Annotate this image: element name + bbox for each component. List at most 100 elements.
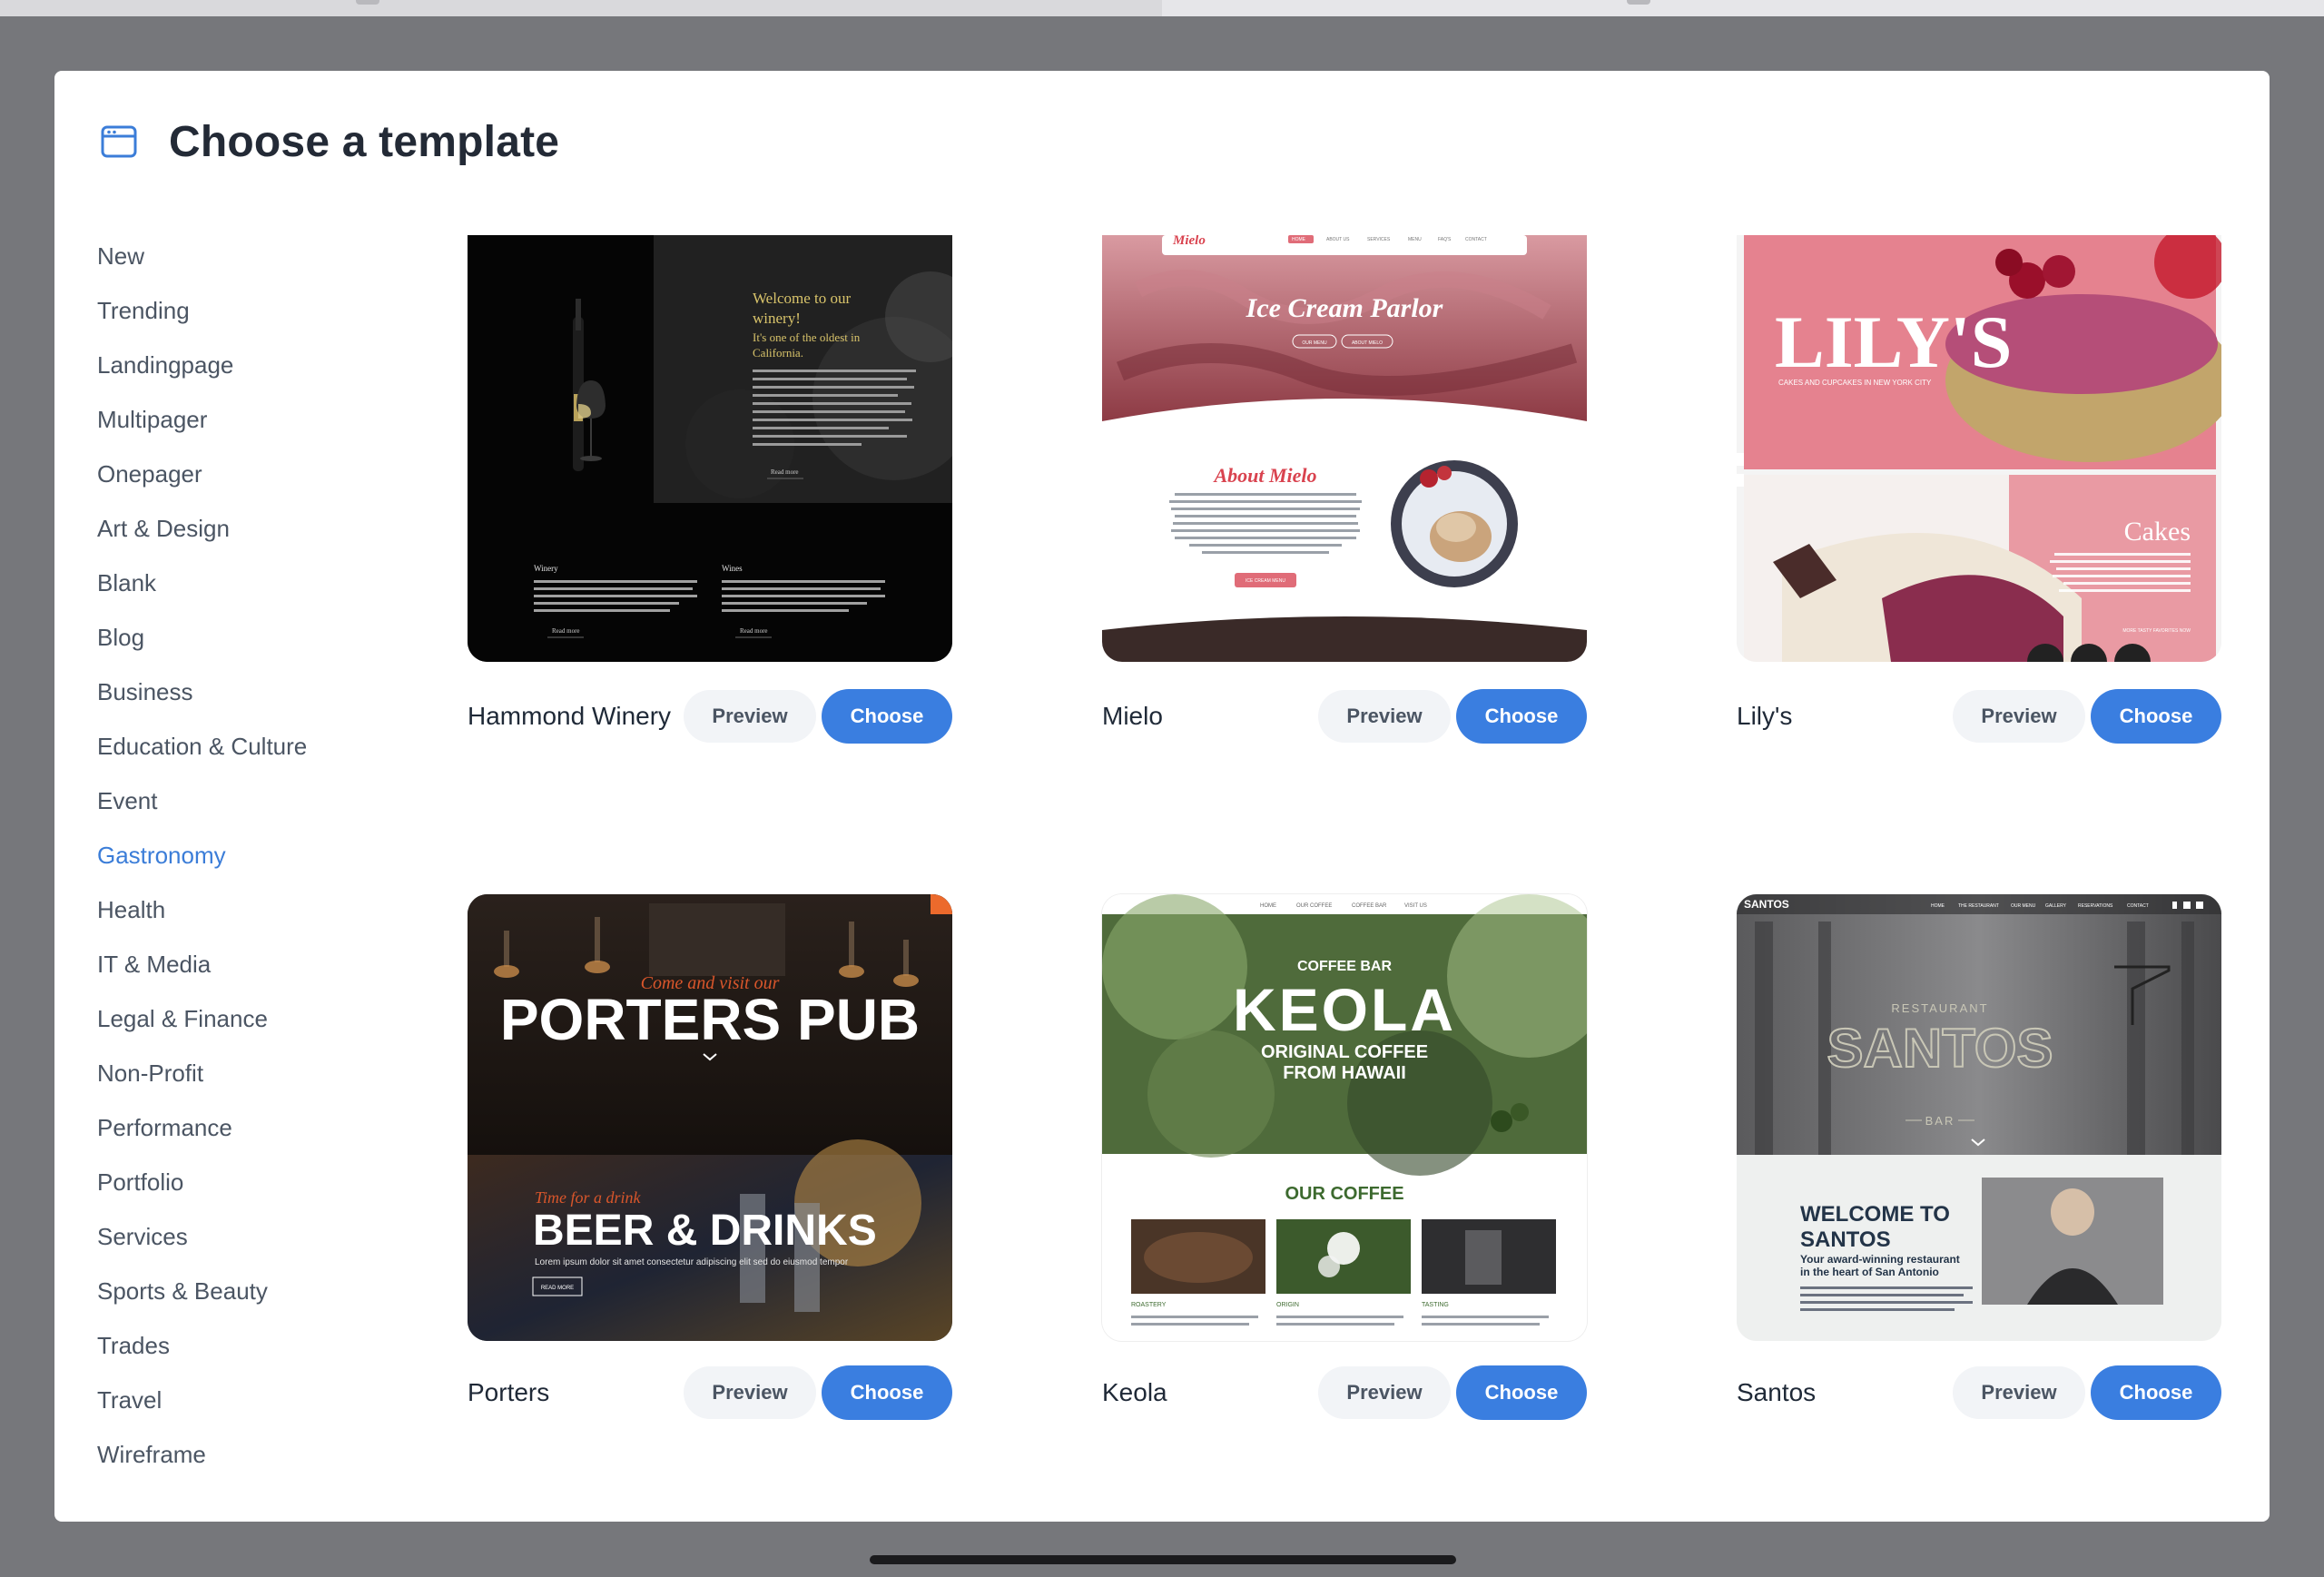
choose-button[interactable]: Choose [822, 1365, 952, 1420]
template-card-santos: SANTOS HOME THE RESTAURANT OUR MENU GALL… [1737, 894, 2221, 1420]
mielo-about-body [1169, 493, 1362, 554]
santos-nav-item: RESERVATIONS [2078, 903, 2113, 909]
winery-heading-line2: winery! [753, 310, 801, 327]
preview-button[interactable]: Preview [1318, 1366, 1451, 1419]
santos-nav-item: GALLERY [2045, 903, 2067, 909]
sidebar-item-health[interactable]: Health [97, 882, 406, 937]
preview-button[interactable]: Preview [684, 690, 816, 743]
keola-nav-item: OUR COFFEE [1296, 903, 1332, 909]
sidebar-item-travel[interactable]: Travel [97, 1373, 406, 1427]
sidebar-item-onepager[interactable]: Onepager [97, 447, 406, 501]
santos-logo: SANTOS [1744, 898, 1789, 911]
template-name: Keola [1102, 1378, 1167, 1406]
sidebar-item-wireframe[interactable]: Wireframe [97, 1427, 406, 1482]
category-sidebar: New Trending Landingpage Multipager Onepager… [97, 229, 406, 1482]
mielo-nav-item: HOME [1292, 237, 1306, 242]
template-card-porters: Come and visit our PORTERS PUB Time for … [468, 894, 952, 1420]
sidebar-item-services[interactable]: Services [97, 1209, 406, 1264]
keola-section-title: OUR COFFEE [1285, 1184, 1403, 1204]
template-thumbnail[interactable]: LILY'S CAKES AND CUPCAKES IN NEW YORK CI… [1737, 235, 2221, 662]
template-card-footer: Hammond Winery Preview Choose [468, 689, 952, 744]
sidebar-item-sports-beauty[interactable]: Sports & Beauty [97, 1264, 406, 1318]
template-thumbnail[interactable]: Come and visit our PORTERS PUB Time for … [468, 894, 952, 1341]
mielo-logo: Mielo [1172, 235, 1206, 248]
sidebar-item-legal-finance[interactable]: Legal & Finance [97, 991, 406, 1046]
sidebar-item-blank[interactable]: Blank [97, 556, 406, 610]
santos-nav-item: CONTACT [2127, 903, 2149, 909]
sidebar-item-event[interactable]: Event [97, 774, 406, 828]
sidebar-item-trending[interactable]: Trending [97, 283, 406, 338]
template-name: Lily's [1737, 702, 1793, 730]
choose-button[interactable]: Choose [1456, 689, 1587, 744]
winery-read-more-col2: Read more [740, 627, 768, 635]
winery-col2-title: Wines [722, 564, 743, 573]
keola-sub2: FROM HAWAII [1283, 1063, 1406, 1083]
preview-button[interactable]: Preview [1953, 1366, 2085, 1419]
mielo-about-title: About Mielo [1212, 464, 1316, 487]
keola-headline: KEOLA [1233, 976, 1456, 1043]
sidebar-item-portfolio[interactable]: Portfolio [97, 1155, 406, 1209]
preview-button[interactable]: Preview [684, 1366, 816, 1419]
santos-welcome-2: SANTOS [1800, 1227, 1891, 1252]
winery-subheading-line1: It's one of the oldest in [753, 330, 861, 344]
mielo-nav-item: ABOUT US [1326, 237, 1350, 242]
sidebar-item-landingpage[interactable]: Landingpage [97, 338, 406, 392]
keola-label: ORIGIN [1276, 1302, 1299, 1308]
sidebar-item-trades[interactable]: Trades [97, 1318, 406, 1373]
santos-sign-main: SANTOS [1827, 1018, 2053, 1079]
lilys-tagline: CAKES AND CUPCAKES IN NEW YORK CITY [1778, 379, 1932, 387]
santos-welcome-1: WELCOME TO [1800, 1202, 1950, 1227]
template-name: Hammond Winery [468, 702, 672, 730]
sidebar-item-blog[interactable]: Blog [97, 610, 406, 665]
modal-header: Choose a template [100, 116, 559, 167]
keola-small: COFFEE BAR [1297, 959, 1392, 974]
sidebar-item-education-culture[interactable]: Education & Culture [97, 719, 406, 774]
drag-handle-right[interactable] [1627, 0, 1650, 5]
sidebar-item-performance[interactable]: Performance [97, 1100, 406, 1155]
porters-read-more: READ MORE [541, 1286, 574, 1291]
choose-button[interactable]: Choose [822, 689, 952, 744]
template-thumbnail[interactable]: Welcome to our winery! It's one of the o… [468, 235, 952, 662]
lilys-link: MORE TASTY FAVORITES NOW [2122, 628, 2191, 634]
porters-headline-2: BEER & DRINKS [533, 1207, 877, 1255]
choose-button[interactable]: Choose [2091, 689, 2221, 744]
mielo-headline: Ice Cream Parlor [1246, 293, 1443, 323]
template-card-footer: Lily's Preview Choose [1737, 689, 2221, 744]
mielo-nav-item: CONTACT [1465, 237, 1487, 242]
sidebar-item-business[interactable]: Business [97, 665, 406, 719]
choose-button[interactable]: Choose [1456, 1365, 1587, 1420]
winery-subheading-line2: California. [753, 346, 803, 360]
mielo-nav-item: SERVICES [1367, 237, 1391, 242]
porters-headline: PORTERS PUB [500, 987, 920, 1052]
template-thumbnail[interactable]: SANTOS HOME THE RESTAURANT OUR MENU GALL… [1737, 894, 2221, 1341]
template-card-footer: Santos Preview Choose [1737, 1365, 2221, 1420]
template-thumbnail[interactable]: Mielo HOME ABOUT US SERVICES MENU FAQ'S … [1102, 235, 1587, 662]
sidebar-item-it-media[interactable]: IT & Media [97, 937, 406, 991]
mielo-nav-item: MENU [1408, 237, 1422, 242]
template-card-lilys: LILY'S CAKES AND CUPCAKES IN NEW YORK CI… [1737, 235, 2221, 744]
template-card-footer: Porters Preview Choose [468, 1365, 952, 1420]
sidebar-item-new[interactable]: New [97, 229, 406, 283]
winery-read-more-col1: Read more [552, 627, 580, 635]
keola-nav-item: VISIT US [1404, 903, 1427, 909]
santos-sign-top: RESTAURANT [1891, 1001, 1988, 1015]
lilys-headline: LILY'S [1775, 301, 2012, 383]
keola-nav-item: HOME [1260, 903, 1276, 909]
keola-label: ROASTERY [1131, 1302, 1167, 1308]
winery-read-more-top: Read more [771, 468, 799, 476]
sidebar-item-art-design[interactable]: Art & Design [97, 501, 406, 556]
template-name: Porters [468, 1378, 550, 1406]
sidebar-item-gastronomy[interactable]: Gastronomy [97, 828, 406, 882]
preview-button[interactable]: Preview [1953, 690, 2085, 743]
template-card-footer: Keola Preview Choose [1102, 1365, 1587, 1420]
choose-button[interactable]: Choose [2091, 1365, 2221, 1420]
template-thumbnail[interactable]: HOME OUR COFFEE COFFEE BAR VISIT US COFF… [1102, 894, 1587, 1341]
sidebar-item-multipager[interactable]: Multipager [97, 392, 406, 447]
drag-handle-left[interactable] [356, 0, 379, 5]
home-indicator[interactable] [870, 1555, 1456, 1564]
modal-title: Choose a template [169, 117, 560, 166]
browser-window-icon [101, 125, 137, 158]
sidebar-item-non-profit[interactable]: Non-Profit [97, 1046, 406, 1100]
template-card-hammond-winery: Welcome to our winery! It's one of the o… [468, 235, 952, 744]
preview-button[interactable]: Preview [1318, 690, 1451, 743]
